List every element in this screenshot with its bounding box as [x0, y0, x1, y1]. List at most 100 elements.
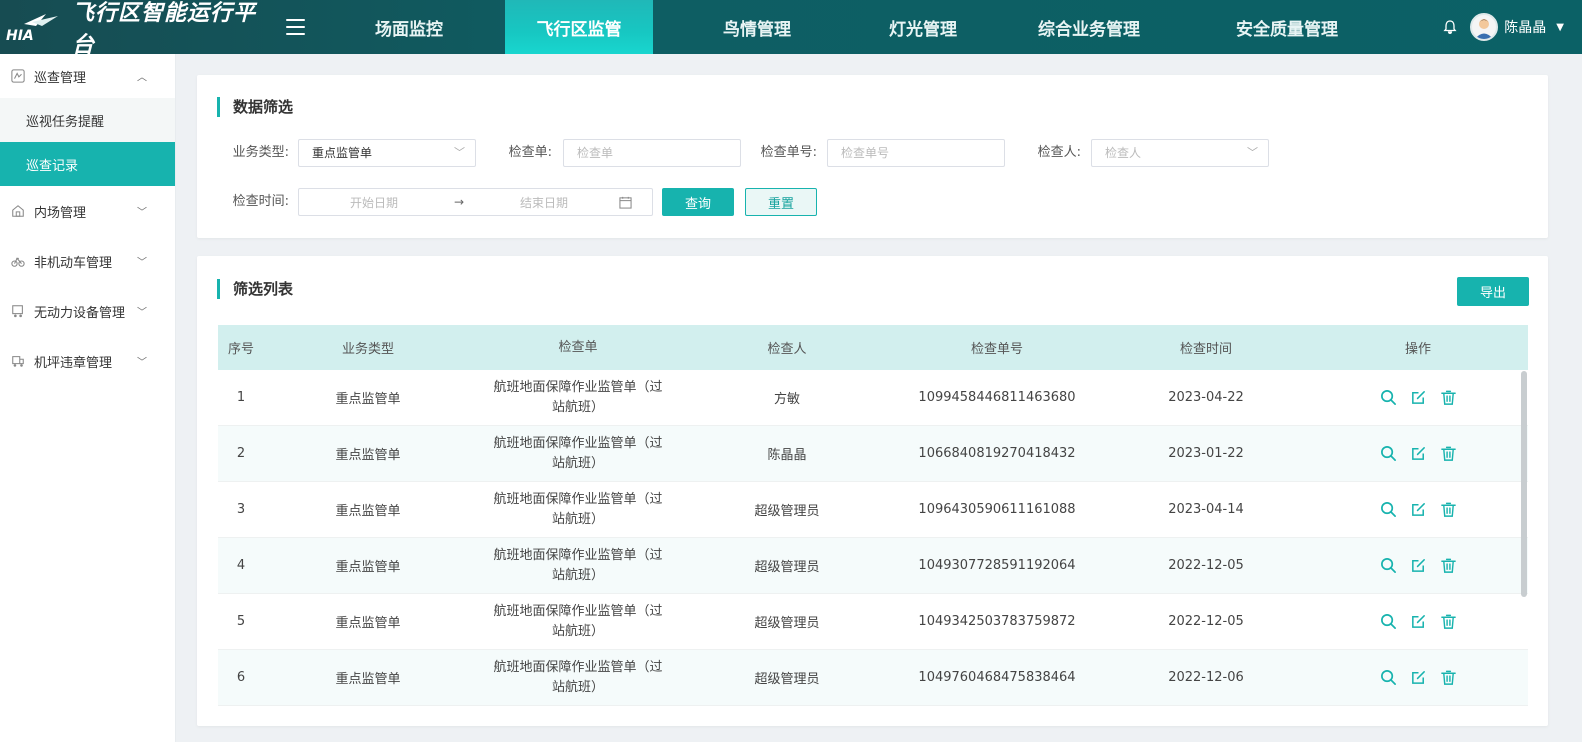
cell-check-no: 1049760468475838464 [918, 670, 1076, 685]
user-name[interactable]: 陈晶晶 [1504, 17, 1546, 37]
cell-check-time: 2022-12-05 [1168, 558, 1244, 573]
arrow-right-icon: → [453, 195, 465, 209]
edit-icon[interactable] [1408, 500, 1428, 520]
nav-safety-quality[interactable]: 安全质量管理 [1207, 0, 1367, 54]
main-nav: 场面监控 飞行区监管 鸟情管理 灯光管理 综合业务管理 安全质量管理 [345, 0, 1367, 54]
calendar-icon[interactable] [619, 196, 639, 209]
cell-inspector: 超级管理员 [754, 560, 820, 575]
chevron-down-icon: ﹀ [1247, 146, 1258, 159]
sidebar-item-patrol-records[interactable]: 巡查记录 [0, 142, 175, 186]
cell-check-form: 航班地面保障作业监管单（过站航班） [493, 435, 663, 471]
table-row: 3 重点监管单 航班地面保障作业监管单（过站航班） 超级管理员 109643059061… [218, 482, 1528, 538]
end-date-input[interactable]: 结束日期 [469, 194, 619, 211]
app-title: 飞行区智能运行平台 [72, 1, 257, 58]
edit-icon[interactable] [1408, 388, 1428, 408]
logo: HIA [6, 12, 64, 44]
cell-check-no: 1049342503783759872 [918, 614, 1076, 629]
scrollbar[interactable] [1521, 371, 1527, 597]
sidebar-group-patrol[interactable]: 巡查管理 ︿ [0, 54, 175, 98]
cell-check-form: 航班地面保障作业监管单（过站航班） [493, 659, 663, 695]
view-icon[interactable] [1378, 388, 1398, 408]
edit-icon[interactable] [1408, 612, 1428, 632]
chevron-down-icon: ﹀ [454, 146, 465, 159]
check-no-input[interactable]: 检查单号 [827, 139, 1005, 167]
cell-no: 5 [236, 614, 246, 629]
view-icon[interactable] [1378, 556, 1398, 576]
delete-icon[interactable] [1438, 612, 1458, 632]
date-range-picker[interactable]: 开始日期 → 结束日期 [298, 188, 653, 216]
top-bar: HIA 飞行区智能运行平台 场面监控 飞行区监管 鸟情管理 灯光管理 综合业务管… [0, 0, 1582, 58]
column-header: 检查人 [767, 342, 807, 357]
chevron-down-icon: ﹀ [137, 257, 147, 269]
chevron-down-icon[interactable]: ▼ [1556, 22, 1564, 33]
table-row: 4 重点监管单 航班地面保障作业监管单（过站航班） 超级管理员 104930772859… [218, 538, 1528, 594]
records-table: 序号 业务类型 检查单 检查人 检查单号 检查时间 操作 1 重点监管单 航班地面保… [218, 325, 1528, 706]
delete-icon[interactable] [1438, 500, 1458, 520]
sidebar-group-apron-violation[interactable]: 机坪违章管理 ﹀ [0, 336, 175, 386]
query-button[interactable]: 查询 [662, 188, 734, 216]
cell-actions [1308, 612, 1528, 632]
sidebar-group-inner-field[interactable]: 内场管理 ﹀ [0, 186, 175, 236]
nav-bird-management[interactable]: 鸟情管理 [693, 0, 821, 54]
violation-icon [10, 353, 26, 369]
check-form-label: 检查单: [508, 145, 552, 160]
sidebar-group-unpowered[interactable]: 无动力设备管理 ﹀ [0, 286, 175, 336]
view-icon[interactable] [1378, 444, 1398, 464]
bike-icon [10, 253, 26, 269]
cell-actions [1308, 444, 1528, 464]
cell-inspector: 超级管理员 [754, 672, 820, 687]
reset-button[interactable]: 重置 [745, 188, 817, 216]
view-icon[interactable] [1378, 612, 1398, 632]
cell-check-no: 1099458446811463680 [918, 390, 1076, 405]
view-icon[interactable] [1378, 668, 1398, 688]
column-header: 序号 [227, 342, 254, 357]
menu-toggle-icon[interactable] [285, 19, 305, 35]
cell-no: 1 [236, 390, 246, 405]
delete-icon[interactable] [1438, 556, 1458, 576]
business-type-select[interactable]: 重点监管单 ﹀ [298, 139, 476, 167]
filter-panel: 数据筛选 业务类型: 重点监管单 ﹀ 检查单: 检查单 检查单号: 检查单号 检查… [197, 75, 1548, 238]
cell-check-time: 2022-12-05 [1168, 614, 1244, 629]
list-title: 筛选列表 [217, 279, 293, 299]
check-form-input[interactable]: 检查单 [563, 139, 741, 167]
cell-check-no: 1049307728591192064 [918, 558, 1076, 573]
inspector-select[interactable]: 检查人 ﹀ [1091, 139, 1269, 167]
chevron-down-icon: ﹀ [137, 357, 147, 369]
nav-light-management[interactable]: 灯光管理 [859, 0, 987, 54]
table-row: 6 重点监管单 航班地面保障作业监管单（过站航班） 超级管理员 104976046847… [218, 650, 1528, 706]
cell-no: 2 [236, 446, 246, 461]
chevron-down-icon: ﹀ [137, 207, 147, 219]
delete-icon[interactable] [1438, 444, 1458, 464]
view-icon[interactable] [1378, 500, 1398, 520]
cell-inspector: 超级管理员 [754, 616, 820, 631]
cell-business-type: 重点监管单 [335, 392, 401, 407]
check-no-label: 检查单号: [760, 145, 817, 160]
nav-airfield-supervision[interactable]: 飞行区监管 [505, 0, 653, 54]
column-header: 检查单 [558, 339, 598, 355]
cell-business-type: 重点监管单 [335, 504, 401, 519]
edit-icon[interactable] [1408, 668, 1428, 688]
edit-icon[interactable] [1408, 444, 1428, 464]
sidebar-item-patrol-reminder[interactable]: 巡视任务提醒 [0, 98, 175, 142]
cell-inspector: 超级管理员 [754, 504, 820, 519]
delete-icon[interactable] [1438, 388, 1458, 408]
export-button[interactable]: 导出 [1457, 277, 1529, 306]
table-row: 2 重点监管单 航班地面保障作业监管单（过站航班） 陈晶晶 10668408192704… [218, 426, 1528, 482]
cell-check-time: 2023-04-22 [1168, 390, 1244, 405]
sidebar-group-non-motor[interactable]: 非机动车管理 ﹀ [0, 236, 175, 286]
edit-icon[interactable] [1408, 556, 1428, 576]
nav-scene-monitor[interactable]: 场面监控 [345, 0, 473, 54]
filter-title: 数据筛选 [217, 97, 293, 117]
start-date-input[interactable]: 开始日期 [299, 194, 449, 211]
chevron-down-icon: ﹀ [137, 307, 147, 319]
check-time-label: 检查时间: [232, 194, 289, 209]
logo-text: HIA [6, 28, 34, 42]
building-icon [10, 203, 26, 219]
table-header: 序号 业务类型 检查单 检查人 检查单号 检查时间 操作 [218, 325, 1528, 370]
bell-icon[interactable] [1442, 19, 1458, 35]
avatar[interactable] [1470, 13, 1499, 41]
delete-icon[interactable] [1438, 668, 1458, 688]
cell-actions [1308, 500, 1528, 520]
cell-check-no: 1096430590611161088 [918, 502, 1076, 517]
nav-business-management[interactable]: 综合业务管理 [1009, 0, 1169, 54]
